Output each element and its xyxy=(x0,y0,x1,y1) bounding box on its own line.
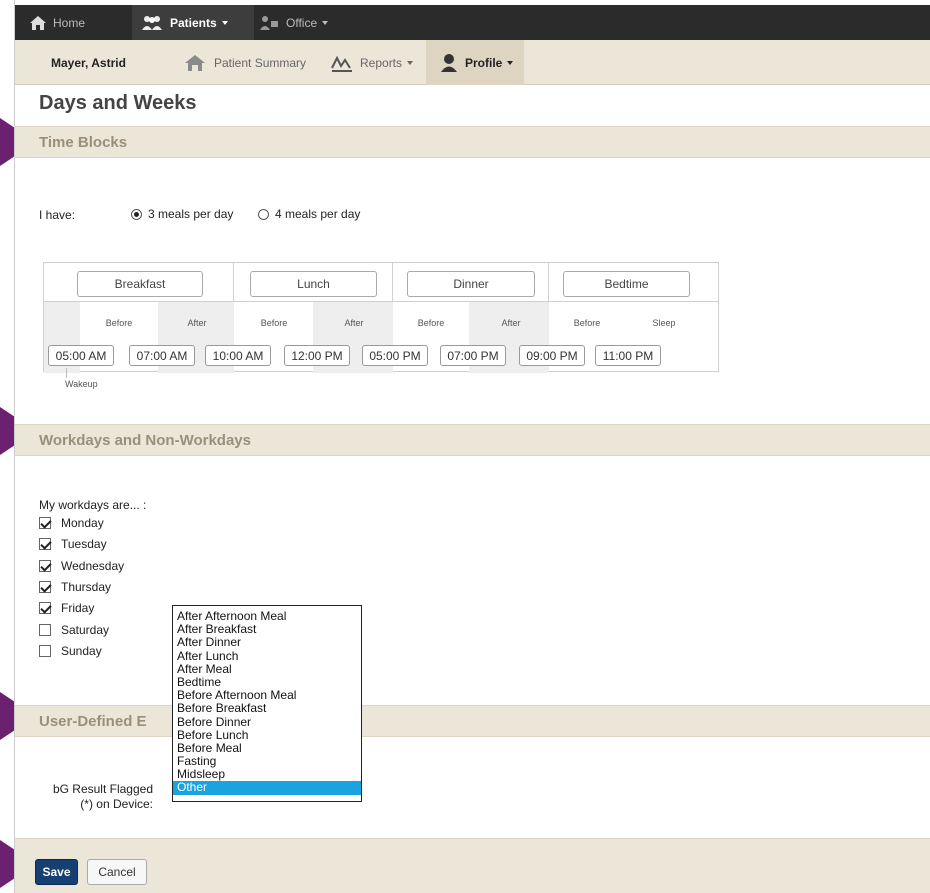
dropdown-option[interactable]: Before Breakfast xyxy=(173,702,361,715)
patient-subnav: Mayer, Astrid Patient Summary Reports Pr… xyxy=(15,40,930,85)
sublabel: Before xyxy=(573,318,601,328)
workday-label: Friday xyxy=(61,601,95,616)
workday-checkbox-saturday[interactable]: Saturday xyxy=(39,623,109,637)
meals-label: I have: xyxy=(39,208,76,222)
time-input-dinner-after[interactable]: 07:00 PM xyxy=(440,345,506,366)
workday-label: Monday xyxy=(61,516,104,530)
time-input-lunch-after[interactable]: 12:00 PM xyxy=(284,345,350,366)
user-icon xyxy=(441,53,457,72)
app-frame: Home Patients Office Mayer, Astrid Patie… xyxy=(14,0,930,893)
workday-checkbox-friday[interactable]: Friday xyxy=(39,601,94,615)
workday-label: Wednesday xyxy=(61,558,125,573)
workday-label: Thursday xyxy=(61,579,112,594)
sublabel: After xyxy=(501,318,521,328)
save-button[interactable]: Save xyxy=(35,859,78,885)
nav-office-label: Office xyxy=(286,15,318,30)
nav-patients-label: Patients xyxy=(170,15,217,30)
bg-result-flagged-label: bG Result Flagged (*) on Device: xyxy=(52,782,153,811)
sublabel: Before xyxy=(260,318,288,328)
time-input-bedtime-before[interactable]: 09:00 PM xyxy=(519,345,585,366)
dropdown-option[interactable]: Before Dinner xyxy=(173,715,361,729)
caret-down-icon xyxy=(221,20,228,25)
subnav-patient-summary[interactable]: Patient Summary xyxy=(183,40,306,85)
event-type-dropdown-list[interactable]: After Afternoon Meal After Breakfast After… xyxy=(172,605,362,802)
checkbox-box[interactable] xyxy=(39,517,51,529)
checkbox-box[interactable] xyxy=(39,538,51,551)
time-input-breakfast-after[interactable]: 07:00 AM xyxy=(129,345,195,366)
checkbox-box[interactable] xyxy=(39,644,51,657)
checkbox-box[interactable] xyxy=(39,559,51,572)
header-dinner: Dinner xyxy=(407,271,535,297)
nav-patients[interactable]: Patients xyxy=(132,5,254,40)
dropdown-option[interactable]: After Dinner xyxy=(173,636,361,649)
time-input-wakeup[interactable]: 05:00 AM xyxy=(48,345,114,366)
wakeup-label: Wakeup xyxy=(65,379,98,389)
sublabel: After xyxy=(344,318,364,328)
time-input-lunch-before[interactable]: 10:00 AM xyxy=(205,345,271,366)
radio-3-meals[interactable]: 3 meals per day xyxy=(131,207,233,221)
dropdown-option[interactable]: After Lunch xyxy=(173,649,361,663)
workday-checkbox-thursday[interactable]: Thursday xyxy=(39,580,111,594)
time-input-dinner-before[interactable]: 05:00 PM xyxy=(362,345,428,366)
chart-line-icon xyxy=(331,55,352,72)
caret-down-icon xyxy=(507,60,514,65)
nav-home-label: Home xyxy=(53,15,86,30)
time-blocks-header: Time Blocks xyxy=(15,126,930,158)
radio-dot xyxy=(131,208,142,220)
nav-home[interactable]: Home xyxy=(29,5,129,40)
sublabel: Before xyxy=(105,318,133,328)
house-icon xyxy=(185,54,205,71)
page-title: Days and Weeks xyxy=(39,92,197,114)
radio-4-meals[interactable]: 4 meals per day xyxy=(258,207,360,221)
workdays-header: Workdays and Non-Workdays xyxy=(15,424,930,456)
workday-checkbox-monday[interactable]: Monday xyxy=(39,516,104,530)
caret-down-icon xyxy=(322,20,329,25)
workday-checkbox-tuesday[interactable]: Tuesday xyxy=(39,537,107,551)
dropdown-option[interactable]: After Meal xyxy=(173,662,361,676)
header-bedtime: Bedtime xyxy=(563,271,690,297)
nav-office[interactable]: Office xyxy=(258,5,358,40)
checkbox-box[interactable] xyxy=(39,623,51,636)
wakeup-connector xyxy=(66,368,67,378)
checkbox-box[interactable] xyxy=(39,602,51,615)
workdays-prompt: My workdays are... : xyxy=(39,498,147,512)
header-lunch: Lunch xyxy=(250,271,377,297)
time-input-sleep[interactable]: 11:00 PM xyxy=(595,345,661,366)
cancel-button[interactable]: Cancel xyxy=(87,859,147,885)
patient-name: Mayer, Astrid xyxy=(51,55,126,70)
radio-dot xyxy=(258,208,269,220)
workday-checkbox-wednesday[interactable]: Wednesday xyxy=(39,559,124,573)
action-bar: Save Cancel xyxy=(15,838,930,893)
dropdown-option[interactable]: Other xyxy=(173,781,361,795)
header-breakfast: Breakfast xyxy=(77,271,203,297)
user-defined-header: User-Defined E xyxy=(15,705,930,737)
caret-down-icon xyxy=(407,60,414,65)
checkbox-box[interactable] xyxy=(39,580,51,593)
top-navigation: Home Patients Office xyxy=(15,5,930,40)
sublabel: Sleep xyxy=(652,318,676,328)
home-icon xyxy=(30,15,46,30)
workday-label: Tuesday xyxy=(61,537,107,552)
workday-label: Sunday xyxy=(61,643,102,658)
workday-label: Saturday xyxy=(61,622,110,637)
sublabel: After xyxy=(187,318,207,328)
sublabel: Before xyxy=(417,318,445,328)
subnav-reports[interactable]: Reports xyxy=(331,40,414,85)
subnav-profile[interactable]: Profile xyxy=(426,40,524,85)
office-icon xyxy=(260,15,278,30)
dropdown-option[interactable]: Before Lunch xyxy=(173,728,361,742)
workday-checkbox-sunday[interactable]: Sunday xyxy=(39,644,102,658)
patients-icon xyxy=(142,15,162,30)
